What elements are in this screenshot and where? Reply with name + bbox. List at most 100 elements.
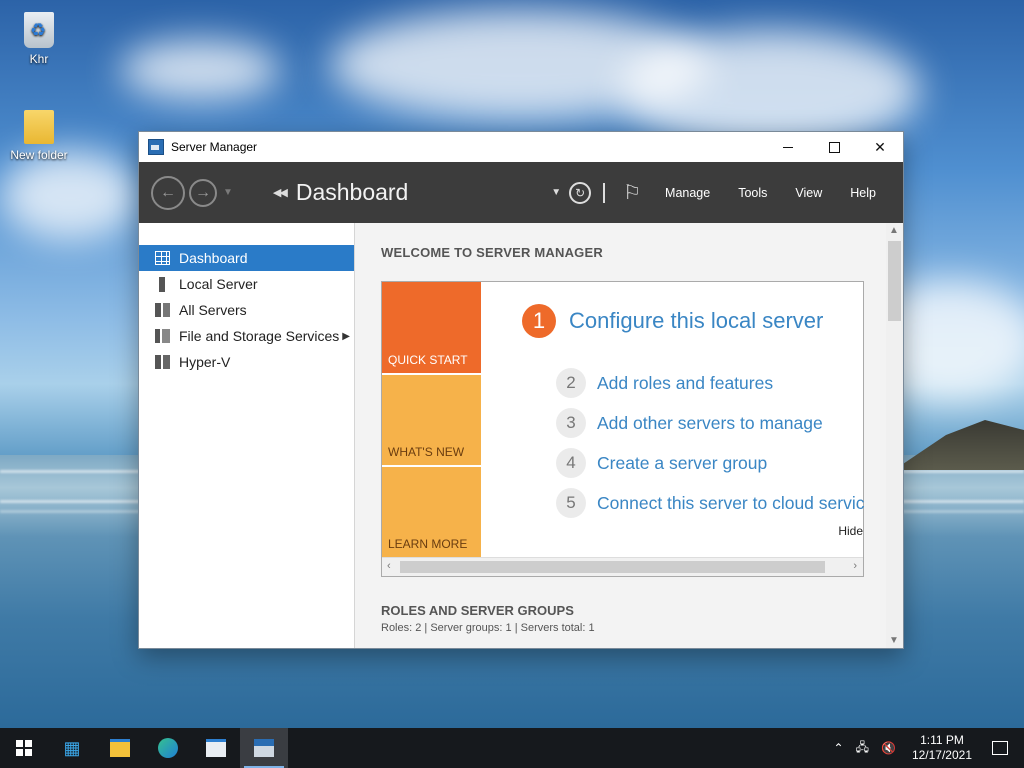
breadcrumb-dropdown-icon[interactable]: ▼ [551,187,561,198]
clock-time: 1:11 PM [920,733,964,747]
vertical-scrollbar[interactable]: ▲ ▼ [886,223,903,648]
menu-help[interactable]: Help [850,186,876,200]
step-number: 2 [556,368,586,398]
storage-icon [155,329,170,343]
step-create-group[interactable]: 4 Create a server group [556,448,767,478]
toolbar: ← → ▼ ◀◀ Dashboard ▼ ↻ ⚐ Manage Tools Vi… [139,162,903,223]
title-bar[interactable]: Server Manager ✕ [139,132,903,162]
recycle-bin-icon [24,12,54,48]
clock[interactable]: 1:11 PM 12/17/2021 [912,733,972,763]
horizontal-scrollbar[interactable]: ‹ › [382,557,863,576]
step-add-servers[interactable]: 3 Add other servers to manage [556,408,823,438]
notification-center-icon[interactable] [992,741,1008,755]
server-manager-icon: ▦ [63,737,81,758]
dashboard-grid-icon [155,251,170,265]
server-manager-active-icon [254,739,274,757]
taskbar-app-server-manager-active[interactable] [240,728,288,768]
system-tray: ⌃ 🖧 🔇 1:11 PM 12/17/2021 [828,733,1024,763]
desktop-icon-label: Khr [29,52,49,66]
hyperv-icon [155,355,170,369]
menu-tools[interactable]: Tools [738,186,767,200]
tile-label: LEARN MORE [388,537,468,551]
sidebar: Dashboard Local Server All Servers File … [139,223,355,648]
taskbar-app-edge[interactable] [144,728,192,768]
breadcrumb: Dashboard [295,179,409,205]
scrollbar-thumb[interactable] [400,561,825,573]
desktop-icon-recycle-bin[interactable]: Khr [4,12,74,66]
volume-muted-icon[interactable]: 🔇 [881,741,896,755]
close-button[interactable]: ✕ [857,132,903,162]
step-link[interactable]: Add roles and features [597,373,773,394]
quick-start-panel: QUICK START WHAT'S NEW LEARN MORE 1 Conf… [381,281,864,577]
notifications-flag-icon[interactable]: ⚐ [623,180,641,205]
hide-link[interactable]: Hide [838,524,863,538]
folder-icon [24,110,54,144]
step-configure-local-server[interactable]: 1 Configure this local server [522,304,823,338]
server-manager-icon [148,139,164,155]
refresh-icon: ↻ [575,185,586,200]
scroll-left-icon[interactable]: ‹ [387,560,391,572]
tile-label: WHAT'S NEW [388,445,465,459]
maximize-button[interactable] [811,132,857,162]
scroll-up-icon[interactable]: ▲ [889,225,899,236]
start-button[interactable] [0,728,48,768]
menu-view[interactable]: View [795,186,822,200]
app-window-icon [206,739,226,757]
step-link[interactable]: Add other servers to manage [597,413,823,434]
servers-icon [155,303,170,317]
window-title: Server Manager [171,140,258,154]
tile-quick-start[interactable]: QUICK START [382,282,481,373]
chevron-up-icon[interactable]: ⌃ [834,741,844,755]
scrollbar-thumb[interactable] [888,241,901,321]
taskbar: ▦ ⌃ 🖧 🔇 1:11 PM 12/17/2021 [0,728,1024,768]
back-button[interactable]: ← [151,175,185,210]
history-dropdown-icon[interactable]: ▼ [223,187,233,198]
desktop-icon-new-folder[interactable]: New folder [4,110,74,162]
step-link[interactable]: Connect this server to cloud servic [597,493,864,514]
step-number: 4 [556,448,586,478]
arrow-left-icon: ← [160,183,176,201]
chevron-right-icon: ▶ [342,330,350,342]
desktop-icon-label: New folder [10,148,68,162]
tile-whats-new[interactable]: WHAT'S NEW [382,375,481,465]
taskbar-app-window[interactable] [192,728,240,768]
sidebar-item-file-storage[interactable]: File and Storage Services ▶ [139,323,354,349]
roles-summary: Roles: 2 | Server groups: 1 | Servers to… [381,622,595,634]
sidebar-item-hyper-v[interactable]: Hyper-V [139,349,354,375]
edge-icon [158,738,178,758]
minimize-button[interactable] [765,132,811,162]
step-link[interactable]: Configure this local server [569,308,823,334]
taskbar-app-server-manager[interactable]: ▦ [48,728,96,768]
step-add-roles[interactable]: 2 Add roles and features [556,368,773,398]
sidebar-item-label: Local Server [179,276,258,292]
server-manager-window: Server Manager ✕ ← → ▼ ◀◀ Dashboard ▼ ↻ … [138,131,904,649]
menu-manage[interactable]: Manage [665,186,710,200]
start-icon [16,740,32,756]
taskbar-app-file-explorer[interactable] [96,728,144,768]
refresh-button[interactable]: ↻ [569,181,592,204]
welcome-heading: WELCOME TO SERVER MANAGER [381,245,603,260]
file-explorer-icon [110,739,130,757]
sidebar-item-dashboard[interactable]: Dashboard [139,245,354,271]
sidebar-item-all-servers[interactable]: All Servers [139,297,354,323]
network-icon[interactable]: 🖧 [856,738,869,759]
scroll-right-icon[interactable]: › [853,560,857,572]
step-number: 5 [556,488,586,518]
scroll-down-icon[interactable]: ▼ [889,635,899,646]
tile-learn-more[interactable]: LEARN MORE [382,467,481,557]
server-icon [159,276,165,292]
sidebar-item-local-server[interactable]: Local Server [139,271,354,297]
step-link[interactable]: Create a server group [597,453,767,474]
sidebar-item-label: All Servers [179,302,247,318]
toolbar-divider [603,182,606,203]
step-number: 3 [556,408,586,438]
sidebar-item-label: Dashboard [179,250,248,266]
tile-label: QUICK START [388,353,468,367]
breadcrumb-arrows-icon: ◀◀ [272,187,288,199]
roles-heading: ROLES AND SERVER GROUPS [381,603,574,618]
step-connect-cloud[interactable]: 5 Connect this server to cloud servic [556,488,864,518]
step-number: 1 [522,304,556,338]
forward-button[interactable]: → [189,178,217,207]
clock-date: 12/17/2021 [911,748,972,762]
sidebar-item-label: File and Storage Services [179,328,340,344]
